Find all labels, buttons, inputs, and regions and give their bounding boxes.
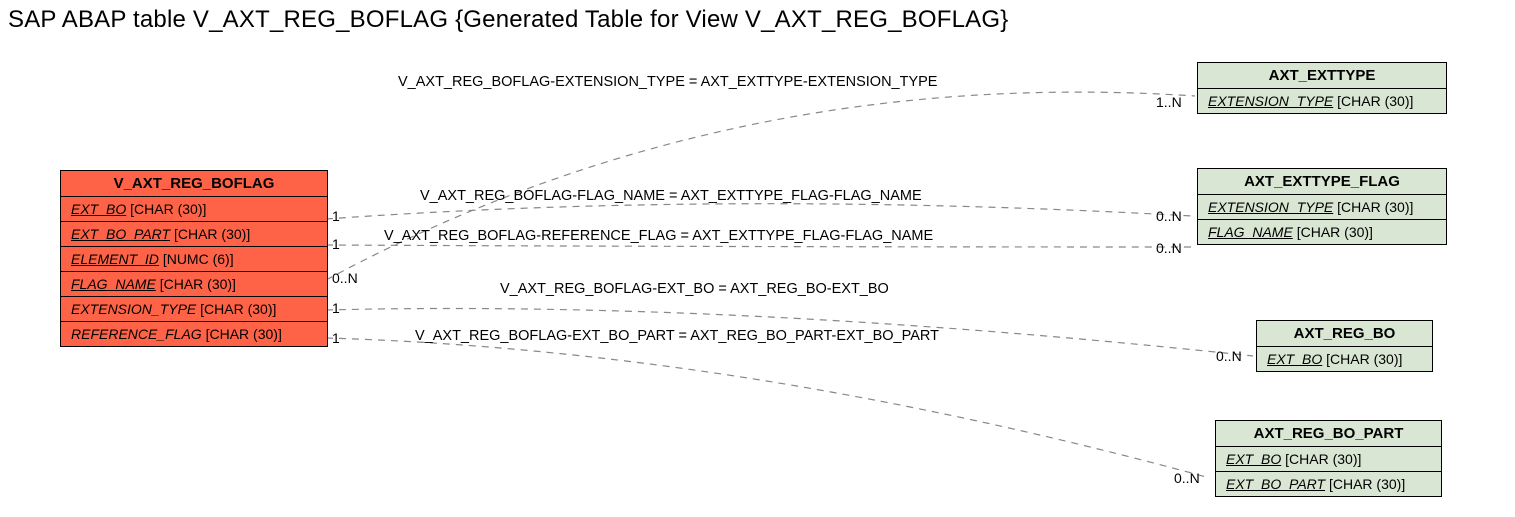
- entity-axt-exttype-flag: AXT_EXTTYPE_FLAG EXTENSION_TYPE [CHAR (3…: [1197, 168, 1447, 245]
- cardinality-left: 1: [332, 236, 340, 252]
- page-title: SAP ABAP table V_AXT_REG_BOFLAG {Generat…: [8, 6, 1008, 34]
- relation-label: V_AXT_REG_BOFLAG-EXT_BO_PART = AXT_REG_B…: [415, 328, 939, 344]
- entity-field: EXT_BO [CHAR (30)]: [1216, 447, 1441, 472]
- entity-header: AXT_REG_BO_PART: [1216, 421, 1441, 447]
- entity-field: EXT_BO [CHAR (30)]: [61, 197, 327, 222]
- entity-field: EXTENSION_TYPE [CHAR (30)]: [1198, 89, 1446, 113]
- entity-field: ELEMENT_ID [NUMC (6)]: [61, 247, 327, 272]
- cardinality-right: 1..N: [1156, 94, 1182, 110]
- entity-field: EXTENSION_TYPE [CHAR (30)]: [61, 297, 327, 322]
- entity-axt-reg-bo: AXT_REG_BO EXT_BO [CHAR (30)]: [1256, 320, 1433, 372]
- relation-label: V_AXT_REG_BOFLAG-EXT_BO = AXT_REG_BO-EXT…: [500, 281, 889, 297]
- cardinality-right: 0..N: [1156, 208, 1182, 224]
- relation-label: V_AXT_REG_BOFLAG-REFERENCE_FLAG = AXT_EX…: [384, 228, 933, 244]
- cardinality-left: 1: [332, 300, 340, 316]
- entity-axt-reg-bo-part: AXT_REG_BO_PART EXT_BO [CHAR (30)] EXT_B…: [1215, 420, 1442, 497]
- entity-header: AXT_EXTTYPE_FLAG: [1198, 169, 1446, 195]
- diagram-canvas: { "page_title": "SAP ABAP table V_AXT_RE…: [0, 0, 1515, 517]
- entity-header: AXT_REG_BO: [1257, 321, 1432, 347]
- entity-field: FLAG_NAME [CHAR (30)]: [1198, 220, 1446, 244]
- cardinality-left: 1: [332, 208, 340, 224]
- relation-label: V_AXT_REG_BOFLAG-FLAG_NAME = AXT_EXTTYPE…: [420, 188, 922, 204]
- entity-header: V_AXT_REG_BOFLAG: [61, 171, 327, 197]
- entity-v-axt-reg-boflag: V_AXT_REG_BOFLAG EXT_BO [CHAR (30)] EXT_…: [60, 170, 328, 347]
- cardinality-right: 0..N: [1174, 470, 1200, 486]
- entity-axt-exttype: AXT_EXTTYPE EXTENSION_TYPE [CHAR (30)]: [1197, 62, 1447, 114]
- relation-label: V_AXT_REG_BOFLAG-EXTENSION_TYPE = AXT_EX…: [398, 74, 937, 90]
- cardinality-right: 0..N: [1216, 348, 1242, 364]
- cardinality-right: 0..N: [1156, 240, 1182, 256]
- cardinality-left: 1: [332, 330, 340, 346]
- entity-field: FLAG_NAME [CHAR (30)]: [61, 272, 327, 297]
- cardinality-left: 0..N: [332, 270, 358, 286]
- entity-header: AXT_EXTTYPE: [1198, 63, 1446, 89]
- entity-field: EXT_BO_PART [CHAR (30)]: [61, 222, 327, 247]
- entity-field: EXTENSION_TYPE [CHAR (30)]: [1198, 195, 1446, 220]
- entity-field: EXT_BO_PART [CHAR (30)]: [1216, 472, 1441, 496]
- entity-field: EXT_BO [CHAR (30)]: [1257, 347, 1432, 371]
- entity-field: REFERENCE_FLAG [CHAR (30)]: [61, 322, 327, 346]
